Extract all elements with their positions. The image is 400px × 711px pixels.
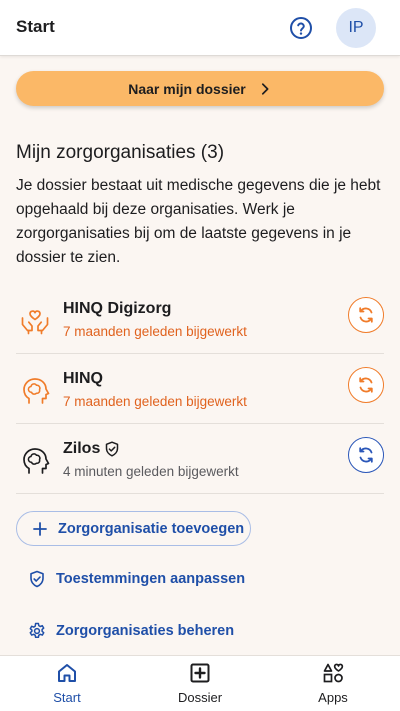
- nav-item-start[interactable]: Start: [17, 660, 117, 708]
- medical-plus-icon: [190, 663, 210, 683]
- add-organization-label: Zorgorganisatie toevoegen: [58, 520, 245, 537]
- organizations-intro-text: Je dossier bestaat uit medische gegevens…: [16, 177, 381, 266]
- organization-name-text: Zilos: [63, 440, 101, 457]
- nav-item-dossier[interactable]: Dossier: [150, 660, 250, 708]
- chevron-right-icon: [261, 82, 269, 95]
- go-to-dossier-label: Naar mijn dossier: [128, 80, 246, 97]
- organization-list: HINQ Digizorg 7 maanden geleden bijgewer…: [16, 284, 384, 494]
- organization-item-hinq-digizorg[interactable]: HINQ Digizorg 7 maanden geleden bijgewer…: [16, 284, 384, 354]
- nav-item-label: Start: [53, 690, 81, 705]
- head-profile-icon: [23, 448, 50, 474]
- organization-item-zilos[interactable]: Zilos 4 minuten geleden bijgewerkt: [16, 424, 384, 494]
- organization-update-status: 7 maanden geleden bijgewerkt: [63, 394, 247, 409]
- top-app-bar: Start IP: [0, 0, 400, 56]
- refresh-icon: [359, 377, 373, 393]
- edit-permissions-label: Toestemmingen aanpassen: [56, 571, 246, 587]
- bottom-navigation: Start Dossier Apps: [0, 655, 400, 711]
- organizations-heading: Mijn zorgorganisaties (3): [16, 142, 225, 163]
- organization-update-status: 7 maanden geleden bijgewerkt: [63, 324, 247, 339]
- help-circle-icon: [290, 17, 312, 39]
- help-button[interactable]: [289, 16, 313, 40]
- nav-item-label: Apps: [318, 690, 348, 705]
- gear-icon: [29, 622, 45, 639]
- organization-name: HINQ Digizorg: [63, 300, 171, 318]
- refresh-organization-button[interactable]: [348, 367, 384, 403]
- refresh-icon: [359, 447, 373, 463]
- care-hands-icon: [21, 310, 49, 335]
- page-title: Start: [16, 17, 55, 36]
- manage-organizations-link[interactable]: Zorgorganisaties beheren: [28, 622, 234, 640]
- organization-name: Zilos: [63, 440, 120, 458]
- refresh-organization-button[interactable]: [348, 297, 384, 333]
- go-to-dossier-button[interactable]: Naar mijn dossier: [16, 71, 384, 106]
- verified-shield-icon: [106, 441, 119, 457]
- nav-item-apps[interactable]: Apps: [283, 660, 383, 708]
- organization-name-text: HINQ Digizorg: [63, 300, 172, 317]
- avatar[interactable]: IP: [336, 8, 376, 48]
- organization-item-hinq[interactable]: HINQ 7 maanden geleden bijgewerkt: [16, 354, 384, 424]
- nav-item-label: Dossier: [177, 690, 223, 705]
- organization-name-text: HINQ: [63, 370, 103, 387]
- manage-organizations-label: Zorgorganisaties beheren: [56, 623, 235, 639]
- organization-update-status: 4 minuten geleden bijgewerkt: [63, 464, 239, 479]
- head-profile-icon: [23, 378, 50, 404]
- refresh-icon: [359, 307, 373, 323]
- home-icon: [58, 664, 76, 682]
- refresh-organization-button[interactable]: [348, 437, 384, 473]
- edit-permissions-link[interactable]: Toestemmingen aanpassen: [28, 570, 245, 588]
- apps-shapes-icon: [323, 663, 344, 683]
- organization-name: HINQ: [63, 370, 103, 388]
- shield-check-icon: [30, 570, 44, 588]
- plus-icon: [33, 521, 47, 536]
- add-organization-button[interactable]: Zorgorganisatie toevoegen: [16, 511, 251, 546]
